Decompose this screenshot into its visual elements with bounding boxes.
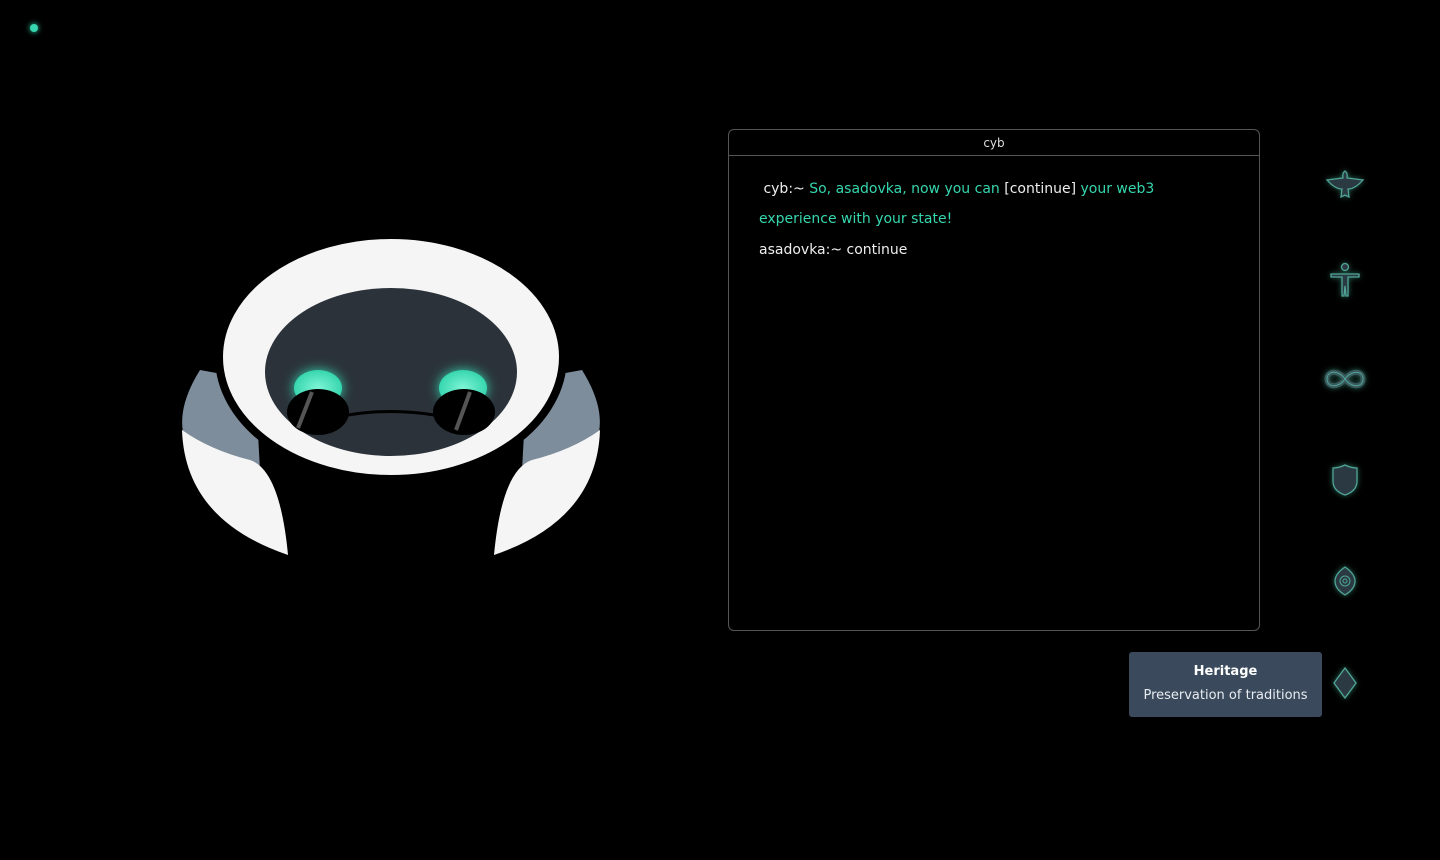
sidebar-item-eye[interactable] — [1320, 556, 1370, 606]
user-line: asadovka:~ continue — [759, 242, 908, 258]
diamond-icon — [1333, 666, 1357, 700]
infinity-icon — [1324, 369, 1366, 389]
human-icon — [1330, 262, 1360, 297]
sidebar-item-infinity[interactable] — [1320, 354, 1370, 404]
shield-icon — [1332, 464, 1358, 496]
sidebar-item-shield[interactable] — [1320, 455, 1370, 505]
tooltip-description: Preservation of traditions — [1143, 688, 1308, 703]
terminal-title: cyb — [729, 130, 1259, 156]
tooltip-heritage: Heritage Preservation of traditions — [1129, 652, 1322, 717]
eye-icon — [1334, 566, 1356, 596]
bot-prompt: cyb:~ — [763, 181, 805, 197]
status-dot — [30, 24, 38, 32]
sidebar-item-bird[interactable] — [1320, 160, 1370, 210]
sidebar-item-human[interactable] — [1320, 255, 1370, 305]
sidebar-item-diamond[interactable] — [1320, 658, 1370, 708]
bird-icon — [1325, 170, 1365, 199]
tooltip-title: Heritage — [1193, 664, 1258, 679]
bot-message: cyb:~ So, asadovka, now you can [continu… — [759, 174, 1229, 234]
terminal-window: cyb cyb:~ So, asadovka, now you can [con… — [728, 129, 1260, 631]
robot-avatar — [182, 231, 600, 555]
continue-link[interactable]: [continue] — [1004, 181, 1076, 197]
message-text: So, asadovka, now you can — [809, 181, 1000, 197]
